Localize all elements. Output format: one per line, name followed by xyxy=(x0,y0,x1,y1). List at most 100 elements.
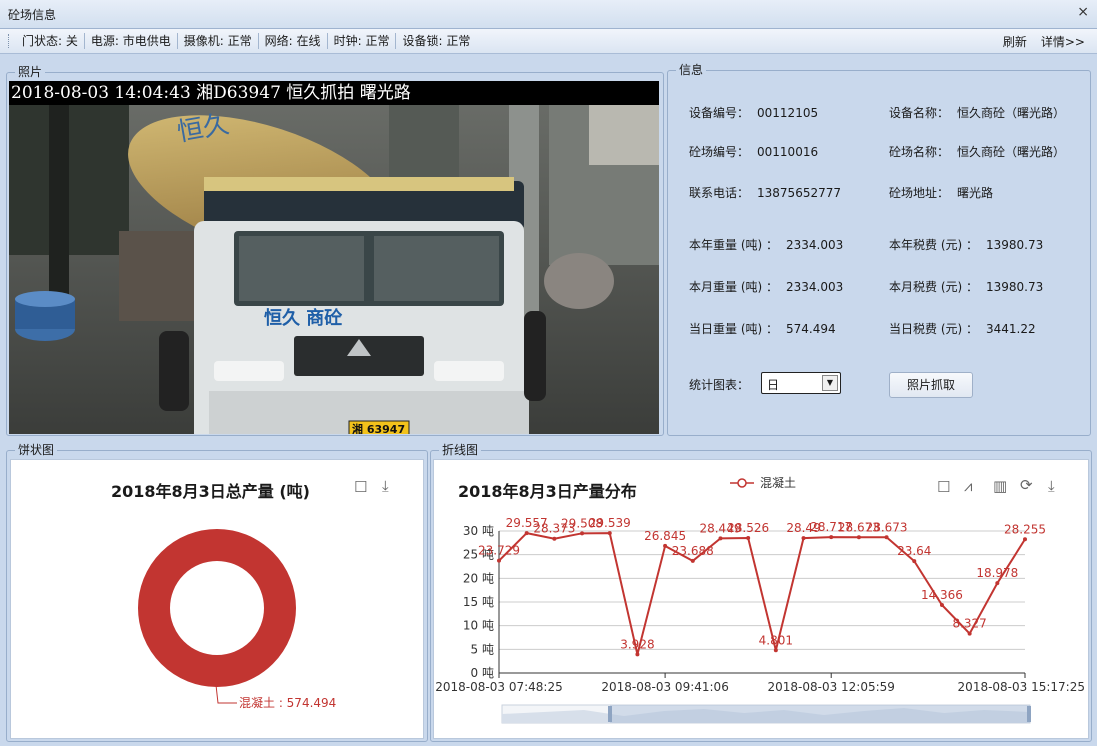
status-items: 门状态: 关 电源: 市电供电 摄像机: 正常 网络: 在线 时钟: 正常 设备… xyxy=(16,29,476,53)
line-legend: 折线图 xyxy=(439,443,482,457)
data-point[interactable] xyxy=(829,535,834,540)
stat-chart-value: 日 xyxy=(767,378,780,392)
x-tick-label: 2018-08-03 09:41:06 xyxy=(601,680,728,694)
y-tick-label: 0 吨 xyxy=(471,666,494,680)
site-name-row: 砼场名称： 恒久商砼（曙光路） xyxy=(889,145,1066,159)
data-label: 14.366 xyxy=(921,588,963,602)
data-label: 28.673 xyxy=(866,520,908,534)
truck-brand-text: 恒久 商砼 xyxy=(264,307,343,329)
data-point[interactable] xyxy=(856,535,861,540)
zoom-handle-left[interactable] xyxy=(608,706,612,722)
x-tick-label: 2018-08-03 12:05:59 xyxy=(767,680,894,694)
phone-row: 联系电话： 13875652777 xyxy=(689,186,841,200)
pie-legend: 饼状图 xyxy=(15,443,58,457)
close-icon[interactable]: ⨯ xyxy=(1077,4,1089,20)
data-label: 4.801 xyxy=(759,633,793,647)
status-clock: 时钟: 正常 xyxy=(328,33,397,49)
site-no-value: 00110016 xyxy=(757,145,819,159)
data-point[interactable] xyxy=(497,558,501,563)
info-group: 信息 设备编号： 00112105 设备名称： 恒久商砼（曙光路） 砼场编号： 001… xyxy=(667,63,1091,436)
site-no-row: 砼场编号： 00110016 xyxy=(689,145,819,159)
data-point[interactable] xyxy=(580,531,585,536)
data-point[interactable] xyxy=(773,648,778,653)
data-label: 23.729 xyxy=(478,544,520,558)
refresh-button[interactable]: 刷新 xyxy=(1003,33,1027,50)
data-point[interactable] xyxy=(801,536,806,541)
x-tick-label: 2018-08-03 07:48:25 xyxy=(435,680,562,694)
status-power: 电源: 市电供电 xyxy=(85,33,178,49)
y-tick-label: 5 吨 xyxy=(471,642,494,656)
status-device-lock: 设备锁: 正常 xyxy=(402,34,471,48)
data-label: 23.64 xyxy=(897,544,931,558)
data-label: 3.928 xyxy=(620,637,654,651)
data-point[interactable] xyxy=(663,543,668,548)
year-weight-value: 2334.003 xyxy=(786,238,844,252)
toolbar-grip[interactable] xyxy=(8,34,12,48)
data-point[interactable] xyxy=(690,558,695,563)
pie-slice-label: 混凝土 : 574.494 xyxy=(239,695,336,710)
y-tick-label: 30 吨 xyxy=(463,524,494,538)
data-point[interactable] xyxy=(524,531,529,536)
line-chart-svg: 混凝土 0 吨5 吨10 吨15 吨20 吨25 吨30 吨2018-08-03… xyxy=(435,475,1085,724)
line-group: 折线图 2018年8月3日产量分布 ☐ ⩘ ▥ ⟳ ⤓ 混凝土 0 吨5 吨 10… xyxy=(430,443,1092,742)
stat-chart-select[interactable]: 日 ▼ xyxy=(761,372,841,394)
data-point[interactable] xyxy=(552,536,557,541)
device-no-row: 设备编号： 00112105 xyxy=(689,106,819,120)
details-button[interactable]: 详情>> xyxy=(1041,33,1085,50)
day-tax-row: 当日税费 (元) ： 3441.22 xyxy=(889,322,1036,336)
pie-chart-svg: 混凝土 : 574.494 xyxy=(138,529,336,710)
device-no-value: 00112105 xyxy=(757,106,819,120)
photo-caption: 2018-08-03 14:04:43 湘D63947 恒久抓拍 曙光路 xyxy=(9,81,659,105)
title-bar: 砼场信息 ⨯ xyxy=(0,0,1097,29)
data-label: 8.327 xyxy=(952,617,986,631)
data-point[interactable] xyxy=(884,535,889,540)
year-weight-row: 本年重量 (吨) ： 2334.003 xyxy=(689,238,844,252)
photo-group: 照片 恒久 恒久 商砼 湘 63947 2018-08-03 14:04:43 … xyxy=(6,65,664,436)
photo-legend: 照片 xyxy=(15,65,46,79)
pie-slice[interactable] xyxy=(138,529,296,687)
data-label: 29.539 xyxy=(589,516,631,530)
status-camera: 摄像机: 正常 xyxy=(178,33,259,49)
data-point[interactable] xyxy=(607,531,612,536)
series-legend-marker xyxy=(737,478,747,488)
site-name-value: 恒久商砼（曙光路） xyxy=(957,145,1066,159)
data-point[interactable] xyxy=(939,603,944,608)
chevron-down-icon[interactable]: ▼ xyxy=(822,375,838,391)
device-name-value: 恒久商砼（曙光路） xyxy=(957,106,1066,120)
data-label: 28.526 xyxy=(727,521,769,535)
month-weight-value: 2334.003 xyxy=(786,280,844,294)
plate-text: 湘 63947 xyxy=(352,422,405,434)
device-name-row: 设备名称： 恒久商砼（曙光路） xyxy=(889,106,1066,120)
data-point[interactable] xyxy=(912,559,917,564)
phone-value: 13875652777 xyxy=(757,186,841,200)
data-point[interactable] xyxy=(1023,537,1027,542)
data-point[interactable] xyxy=(995,581,1000,586)
data-point[interactable] xyxy=(718,536,723,541)
data-point[interactable] xyxy=(967,631,972,636)
year-tax-row: 本年税费 (元) ： 13980.73 xyxy=(889,238,1044,252)
capture-photo-button[interactable]: 照片抓取 xyxy=(889,372,973,398)
status-door: 门状态: 关 xyxy=(16,33,85,49)
stat-chart-label: 统计图表： xyxy=(689,378,750,392)
y-tick-label: 15 吨 xyxy=(463,595,494,609)
data-point[interactable] xyxy=(635,652,640,657)
status-network: 网络: 在线 xyxy=(259,33,328,49)
zoom-handle-right[interactable] xyxy=(1027,706,1031,722)
address-value: 曙光路 xyxy=(957,186,994,200)
line-panel: 2018年8月3日产量分布 ☐ ⩘ ▥ ⟳ ⤓ 混凝土 0 吨5 吨 10 吨 15… xyxy=(433,459,1089,739)
data-zoom-slider[interactable] xyxy=(501,704,1031,724)
day-weight-row: 当日重量 (吨) ： 574.494 xyxy=(689,322,836,336)
series-legend-label[interactable]: 混凝土 xyxy=(760,475,796,490)
capture-photo: 恒久 恒久 商砼 湘 63947 2018-08-03 14:04:43 湘D6… xyxy=(9,81,659,434)
zoom-window[interactable] xyxy=(610,705,1030,723)
truck-photo: 恒久 恒久 商砼 湘 63947 xyxy=(9,81,659,434)
year-tax-value: 13980.73 xyxy=(986,238,1044,252)
window-title: 砼场信息 xyxy=(8,8,57,22)
info-legend: 信息 xyxy=(676,63,707,77)
address-row: 砼场地址： 曙光路 xyxy=(889,186,994,200)
pie-label-line xyxy=(215,684,237,704)
day-tax-value: 3441.22 xyxy=(986,322,1036,336)
pie-panel: 2018年8月3日总产量 (吨) ☐ ⤓ 混凝土 : 574.494 xyxy=(10,459,424,739)
data-point[interactable] xyxy=(746,535,751,540)
data-label: 18.978 xyxy=(976,566,1018,580)
